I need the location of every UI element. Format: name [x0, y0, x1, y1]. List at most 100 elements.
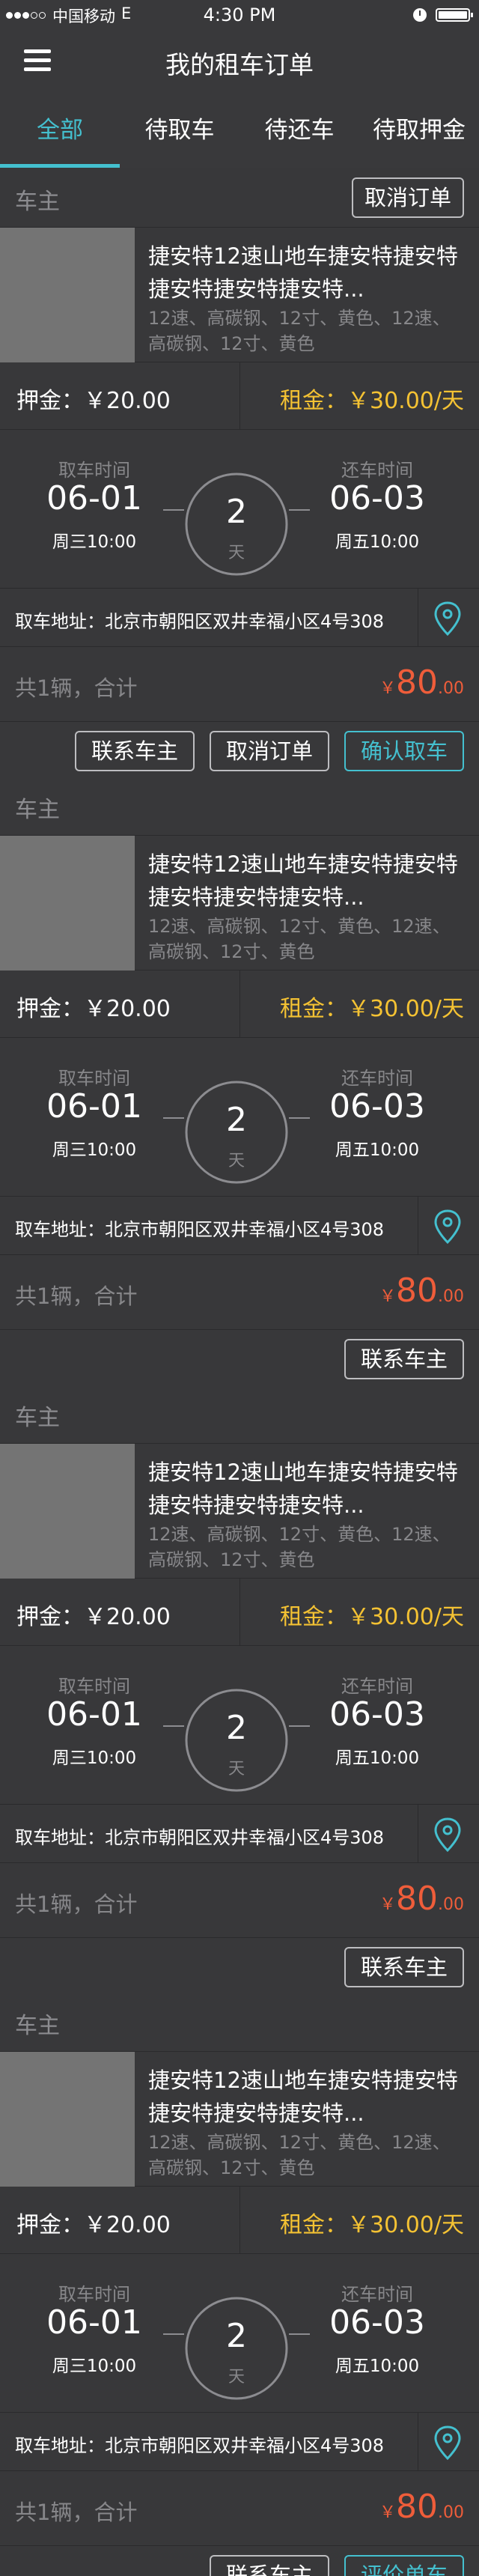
rental-period: 取车时间 06-01 周三10:00 2 天 还车时间 06-03 周五10:0…: [0, 430, 479, 589]
status-bar: 中国移动 E 4:30 PM: [0, 0, 479, 30]
tab-awaiting-pickup[interactable]: 待取车: [120, 96, 240, 168]
contact-owner-button[interactable]: 联系车主: [344, 1947, 464, 1987]
location-pin-icon[interactable]: [433, 1209, 463, 1245]
total-decimal: .00: [438, 2503, 464, 2522]
order-card-header: 车主: [0, 776, 479, 836]
order-actions: 评价单车 联系车主: [0, 2546, 479, 2576]
confirm-pickup-button[interactable]: 确认取车: [344, 731, 464, 771]
rate-bike-button[interactable]: 评价单车: [344, 2555, 464, 2576]
total-decimal: .00: [438, 679, 464, 698]
currency-symbol: ￥: [379, 1287, 396, 1306]
order-card: 车主 捷安特12速山地车捷安特捷安特捷安特捷安特捷安特... 12速、高碳钢、1…: [0, 1992, 479, 2576]
pickup-address-row: 取车地址：北京市朝阳区双井幸福小区4号308: [0, 1805, 479, 1863]
total-integer: 80: [396, 1880, 438, 1918]
currency-symbol: ￥: [379, 2503, 396, 2522]
product-info[interactable]: 捷安特12速山地车捷安特捷安特捷安特捷安特捷安特... 12速、高碳钢、12寸、…: [0, 1444, 479, 1579]
total-integer: 80: [396, 1272, 438, 1310]
total-decimal: .00: [438, 1895, 464, 1914]
pickup-date: 06-01: [46, 479, 142, 517]
order-card-header: 车主 取消订单: [0, 168, 479, 228]
rental-period: 取车时间 06-01 周三10:00 2 天 还车时间 06-03 周五10:0…: [0, 1646, 479, 1805]
return-weekday-time: 周五10:00: [335, 532, 420, 552]
pickup-time-label: 取车时间: [58, 2284, 130, 2305]
pickup-address: 取车地址：北京市朝阳区双井幸福小区4号308: [15, 1219, 385, 1240]
contact-owner-button[interactable]: 联系车主: [75, 731, 195, 771]
product-spec: 12速、高碳钢、12寸、黄色、12速、高碳钢、12寸、黄色: [148, 1524, 451, 1570]
contact-owner-button[interactable]: 联系车主: [210, 2555, 329, 2576]
owner-label: 车主: [15, 189, 60, 215]
order-status-tabs: 全部 待取车 待还车 待取押金: [0, 96, 479, 168]
rental-days: 2: [226, 493, 247, 531]
return-date: 06-03: [329, 2303, 425, 2342]
pickup-address: 取车地址：北京市朝阳区双井幸福小区4号308: [15, 611, 385, 632]
rental-period: 取车时间 06-01 周三10:00 2 天 还车时间 06-03 周五10:0…: [0, 1038, 479, 1197]
rental-days-unit: 天: [228, 544, 245, 562]
tab-label: 待取押金: [373, 117, 466, 144]
order-total: ￥80.00: [379, 1880, 464, 1918]
tab-awaiting-deposit-refund[interactable]: 待取押金: [359, 96, 479, 168]
deposit-amount: 押金：￥20.00: [16, 2212, 171, 2238]
pickup-address-row: 取车地址：北京市朝阳区双井幸福小区4号308: [0, 589, 479, 647]
location-pin-icon[interactable]: [433, 601, 463, 637]
product-spec: 12速、高碳钢、12寸、黄色、12速、高碳钢、12寸、黄色: [148, 2132, 451, 2178]
contact-owner-button[interactable]: 联系车主: [344, 1339, 464, 1379]
pickup-address-row: 取车地址：北京市朝阳区双井幸福小区4号308: [0, 1197, 479, 1255]
return-time-label: 还车时间: [341, 2284, 413, 2305]
total-decimal: .00: [438, 1287, 464, 1306]
pickup-date: 06-01: [46, 1087, 142, 1126]
product-thumbnail: [0, 228, 135, 362]
order-total-row: 共1辆，合计 ￥80.00: [0, 647, 479, 722]
rental-period: 取车时间 06-01 周三10:00 2 天 还车时间 06-03 周五10:0…: [0, 2254, 479, 2413]
location-pin-icon[interactable]: [433, 2425, 463, 2461]
return-date: 06-03: [329, 1695, 425, 1734]
pickup-weekday-time: 周三10:00: [52, 1749, 137, 1768]
pickup-time-label: 取车时间: [58, 460, 130, 481]
product-thumbnail: [0, 2052, 135, 2187]
order-card: 车主 捷安特12速山地车捷安特捷安特捷安特捷安特捷安特... 12速、高碳钢、1…: [0, 1384, 479, 1999]
product-thumbnail: [0, 1444, 135, 1579]
deposit-amount: 押金：￥20.00: [16, 388, 171, 414]
product-info[interactable]: 捷安特12速山地车捷安特捷安特捷安特捷安特捷安特... 12速、高碳钢、12寸、…: [0, 228, 479, 362]
order-total: ￥80.00: [379, 1272, 464, 1310]
connector-line: [163, 1725, 184, 1727]
tab-label: 待还车: [264, 117, 335, 144]
rental-days: 2: [226, 1709, 247, 1747]
cancel-order-button[interactable]: 取消订单: [210, 731, 329, 771]
tab-all[interactable]: 全部: [0, 96, 120, 168]
product-info[interactable]: 捷安特12速山地车捷安特捷安特捷安特捷安特捷安特... 12速、高碳钢、12寸、…: [0, 836, 479, 970]
rent-rate: 租金：￥30.00/天: [280, 996, 464, 1022]
quantity-summary: 共1辆，合计: [15, 1284, 138, 1309]
rental-days-unit: 天: [228, 1152, 245, 1170]
rental-days-circle: 2 天: [184, 1688, 289, 1792]
tab-label: 待取车: [144, 117, 215, 144]
rental-days-unit: 天: [228, 2368, 245, 2387]
rent-rate: 租金：￥30.00/天: [280, 2212, 464, 2238]
pickup-address: 取车地址：北京市朝阳区双井幸福小区4号308: [15, 1827, 385, 1848]
connector-line: [163, 1117, 184, 1119]
currency-symbol: ￥: [379, 1895, 396, 1914]
quantity-summary: 共1辆，合计: [15, 675, 138, 701]
product-info[interactable]: 捷安特12速山地车捷安特捷安特捷安特捷安特捷安特... 12速、高碳钢、12寸、…: [0, 2052, 479, 2187]
price-row: 押金：￥20.00 租金：￥30.00/天: [0, 970, 479, 1038]
product-name: 捷安特12速山地车捷安特捷安特捷安特捷安特捷安特...: [148, 851, 458, 910]
product-name: 捷安特12速山地车捷安特捷安特捷安特捷安特捷安特...: [148, 243, 458, 302]
pickup-address-row: 取车地址：北京市朝阳区双井幸福小区4号308: [0, 2413, 479, 2471]
pickup-time-label: 取车时间: [58, 1068, 130, 1089]
owner-label: 车主: [15, 2013, 60, 2039]
order-total-row: 共1辆，合计 ￥80.00: [0, 1863, 479, 1938]
owner-label: 车主: [15, 797, 60, 823]
currency-symbol: ￥: [379, 679, 396, 698]
order-card-header: 车主: [0, 1992, 479, 2052]
location-pin-icon[interactable]: [433, 1817, 463, 1853]
price-row: 押金：￥20.00 租金：￥30.00/天: [0, 2187, 479, 2254]
tab-awaiting-return[interactable]: 待还车: [240, 96, 359, 168]
return-time-label: 还车时间: [341, 1068, 413, 1089]
cancel-order-button[interactable]: 取消订单: [352, 177, 464, 218]
pickup-date: 06-01: [46, 1695, 142, 1734]
tab-label: 全部: [37, 117, 83, 144]
page-title: 我的租车订单: [165, 50, 314, 79]
return-date: 06-03: [329, 479, 425, 517]
connector-line: [163, 2333, 184, 2335]
rent-rate: 租金：￥30.00/天: [280, 1604, 464, 1630]
pickup-weekday-time: 周三10:00: [52, 532, 137, 552]
